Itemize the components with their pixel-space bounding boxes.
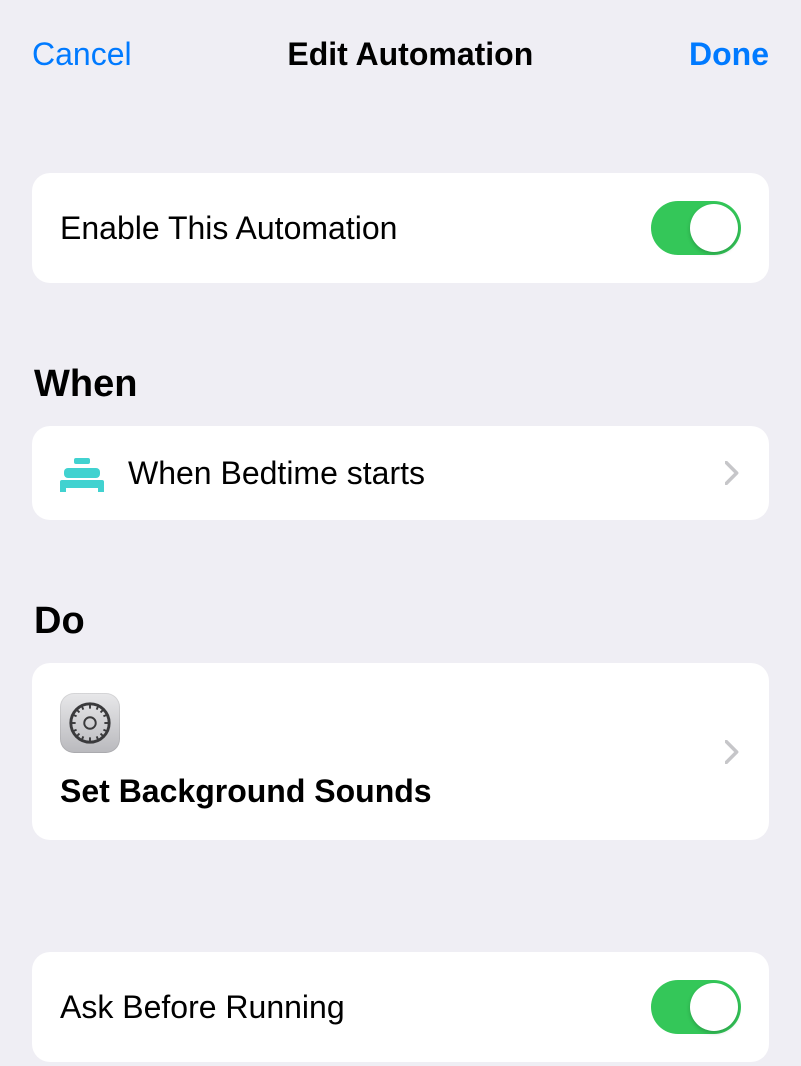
enable-automation-toggle[interactable] [651, 201, 741, 255]
ask-before-running-row: Ask Before Running [32, 952, 769, 1062]
when-trigger-label: When Bedtime starts [128, 455, 699, 492]
cancel-button[interactable]: Cancel [32, 36, 132, 73]
when-section-header: When [32, 363, 769, 406]
chevron-right-icon [723, 737, 741, 767]
bed-icon [60, 454, 104, 492]
do-action-row[interactable]: Set Background Sounds [32, 663, 769, 840]
ask-before-running-toggle[interactable] [651, 980, 741, 1034]
settings-app-icon [60, 693, 120, 753]
do-action-title: Set Background Sounds [60, 773, 432, 810]
nav-bar: Cancel Edit Automation Done [0, 0, 801, 73]
chevron-right-icon [723, 458, 741, 488]
page-title: Edit Automation [287, 36, 533, 73]
ask-before-running-label: Ask Before Running [60, 989, 627, 1026]
done-button[interactable]: Done [689, 36, 769, 73]
enable-automation-row: Enable This Automation [32, 173, 769, 283]
enable-automation-label: Enable This Automation [60, 210, 627, 247]
do-section-header: Do [32, 600, 769, 643]
when-trigger-row[interactable]: When Bedtime starts [32, 426, 769, 520]
